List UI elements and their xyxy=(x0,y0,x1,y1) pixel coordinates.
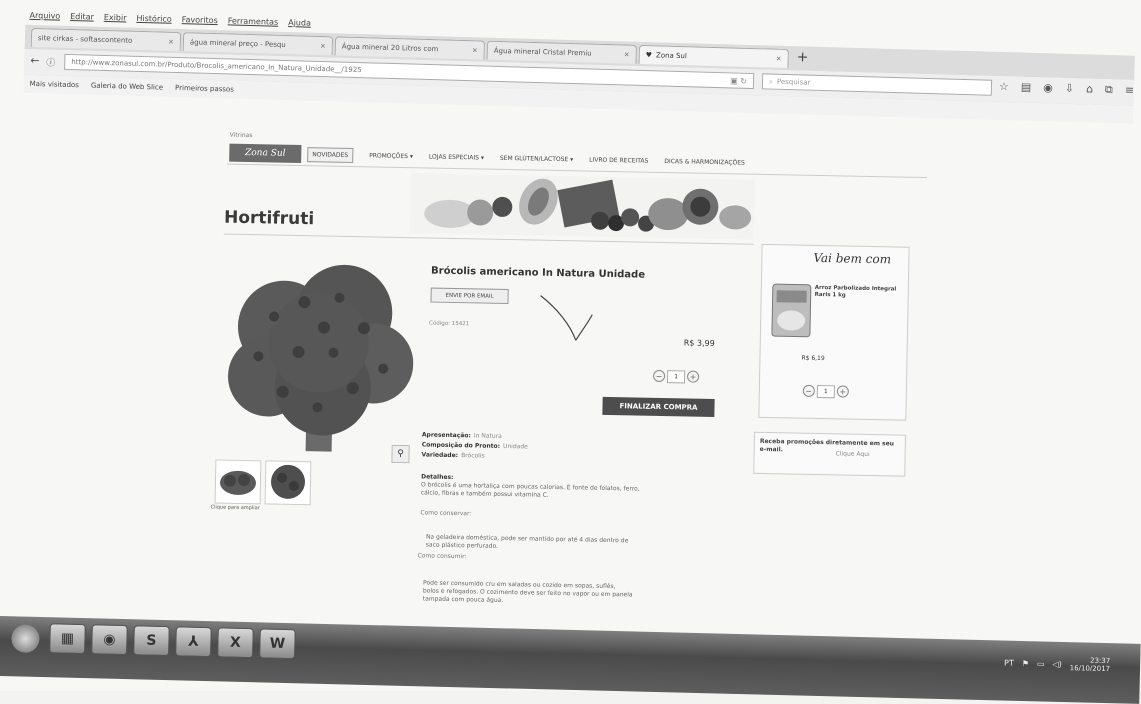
zoom-icon[interactable]: ⚲ xyxy=(391,444,410,464)
excel-icon[interactable]: X xyxy=(217,627,254,659)
buy-button[interactable]: FINALIZAR COMPRA xyxy=(602,396,715,418)
details-title: Detalhes: xyxy=(421,473,454,482)
nav-label: LOJAS ESPECIAIS xyxy=(428,152,480,161)
attr-composicao: Composição do Pronto: Unidade xyxy=(422,441,528,450)
suggested-product-price: R$ 6,19 xyxy=(801,354,825,363)
clock-date: 16/10/2017 xyxy=(1069,664,1111,674)
nav-label: SEM GLÚTEN/LACTOSE xyxy=(499,154,569,163)
newsletter-text: Receba promoções diretamente em seu e-ma… xyxy=(759,437,895,454)
email-button[interactable]: ENVIE POR EMAIL xyxy=(430,287,509,305)
broccoli-image xyxy=(228,264,414,452)
rice-package-image[interactable] xyxy=(770,282,813,339)
volume-icon[interactable]: ◁) xyxy=(1052,659,1061,668)
language-icon[interactable]: PT xyxy=(1004,658,1014,667)
system-tray: PT ⚑ ▭ ◁) 23:37 16/10/2017 xyxy=(1004,655,1111,673)
suggested-product-name[interactable]: Arroz Parbolizado Integral Raris 1 kg xyxy=(815,285,905,301)
minus-icon[interactable]: − xyxy=(802,384,815,397)
chevron-down-icon: ▾ xyxy=(480,153,484,162)
product-code: Código: 15421 xyxy=(429,320,470,328)
attr-label: Apresentação: xyxy=(421,431,471,440)
attr-label: Variedade: xyxy=(421,451,459,460)
nav-novidades[interactable]: NOVIDADES xyxy=(307,146,354,163)
product-thumbnail-2[interactable] xyxy=(264,460,312,506)
acrobat-icon[interactable]: ⅄ xyxy=(175,626,212,658)
plus-icon[interactable]: + xyxy=(686,370,700,383)
product-name: Brócolis americano In Natura Unidade xyxy=(430,265,646,281)
handwritten-arrow xyxy=(540,295,593,341)
nav-label: PROMOÇÕES xyxy=(369,151,409,160)
quantity-stepper: − 1 + xyxy=(652,369,700,383)
nav-dicas[interactable]: DICAS & HARMONIZAÇÕES xyxy=(664,158,745,167)
product-price: R$ 3,99 xyxy=(683,338,715,349)
hortifruti-banner xyxy=(409,173,755,240)
quantity-input[interactable]: 1 xyxy=(666,369,686,383)
attr-value: In Natura xyxy=(473,432,502,440)
page-title: Hortifruti xyxy=(223,207,315,230)
site-logo[interactable]: Zona Sul xyxy=(229,143,302,164)
storage-label: Como conservar: xyxy=(420,509,472,518)
storage-line: saco plástico perfurado. xyxy=(425,541,499,550)
word-icon[interactable]: W xyxy=(259,628,296,660)
clock[interactable]: 23:37 16/10/2017 xyxy=(1070,656,1111,673)
attr-variedade: Variedade: Brócolis xyxy=(421,451,484,459)
goes-well-with-title: Vai bem com xyxy=(813,250,892,267)
newsletter-link[interactable]: Clique Aqui xyxy=(836,450,870,458)
skype-icon[interactable]: S xyxy=(133,625,170,657)
consume-label: Como consumir: xyxy=(417,552,467,561)
chevron-down-icon: ▾ xyxy=(570,155,574,163)
site-navigation: NOVIDADES PROMOÇÕES ▾ LOJAS ESPECIAIS ▾ … xyxy=(307,145,745,171)
details-line: cálcio, fibras e também possui vitamina … xyxy=(420,489,549,499)
attr-value: Unidade xyxy=(502,442,528,451)
suggested-quantity-stepper: − 1 + xyxy=(802,384,849,398)
suggested-quantity-input[interactable]: 1 xyxy=(816,384,835,398)
breadcrumb[interactable]: Vitrinas xyxy=(230,132,253,139)
chevron-down-icon: ▾ xyxy=(409,152,414,160)
minus-icon[interactable]: − xyxy=(652,369,666,383)
plus-icon[interactable]: + xyxy=(836,385,849,398)
network-icon[interactable]: ▭ xyxy=(1037,659,1045,668)
flag-icon[interactable]: ⚑ xyxy=(1022,658,1029,667)
attr-apresentacao: Apresentação: In Natura xyxy=(422,431,502,440)
consume-line: tampada com pouca água. xyxy=(422,595,504,604)
explorer-icon[interactable]: ▦ xyxy=(49,623,86,655)
firefox-icon[interactable]: ◉ xyxy=(91,624,128,656)
thumbnail-caption: Clique para ampliar xyxy=(210,504,260,512)
page-content: Vitrinas Zona Sul NOVIDADES PROMOÇÕES ▾ … xyxy=(0,0,1141,702)
nav-promocoes[interactable]: PROMOÇÕES ▾ xyxy=(369,152,413,160)
attr-value: Brócolis xyxy=(461,452,485,460)
nav-sem-gluten[interactable]: SEM GLÚTEN/LACTOSE ▾ xyxy=(500,154,573,162)
product-thumbnail-1[interactable] xyxy=(214,459,262,505)
photocopy-background: Arquivo Editar Exibir Histórico Favorito… xyxy=(0,0,1141,704)
start-button[interactable] xyxy=(11,624,40,653)
nav-livro-receitas[interactable]: LIVRO DE RECEITAS xyxy=(589,156,648,164)
attr-label: Composição do Pronto: xyxy=(421,441,501,450)
nav-lojas-especiais[interactable]: LOJAS ESPECIAIS ▾ xyxy=(429,153,484,161)
